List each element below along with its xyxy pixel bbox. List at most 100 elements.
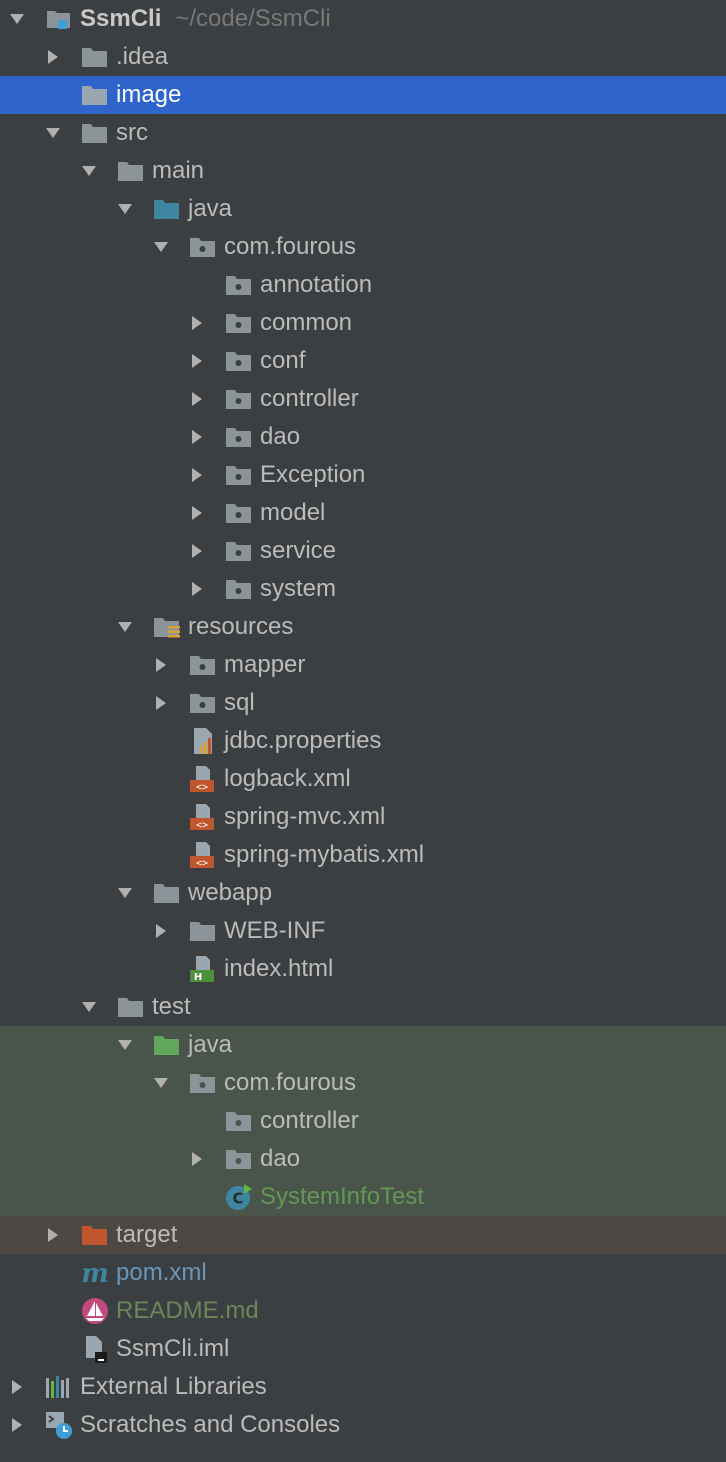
tree-label: Scratches and Consoles: [80, 1411, 341, 1438]
tree-row-main[interactable]: main: [0, 152, 726, 190]
tree-row-project-root[interactable]: SsmCli ~/code/SsmCli: [0, 0, 726, 38]
chevron-down-icon[interactable]: [114, 874, 136, 912]
properties-file-icon: [188, 726, 218, 756]
chevron-right-icon[interactable]: [150, 912, 172, 950]
chevron-right-icon[interactable]: [150, 646, 172, 684]
tree-row-test[interactable]: test: [0, 988, 726, 1026]
chevron-right-icon[interactable]: [186, 380, 208, 418]
chevron-right-icon[interactable]: [42, 1216, 64, 1254]
chevron-right-icon[interactable]: [186, 304, 208, 342]
chevron-right-icon[interactable]: [186, 456, 208, 494]
tree-row-test-controller[interactable]: controller: [0, 1102, 726, 1140]
folder-icon: [80, 42, 110, 72]
chevron-right-icon[interactable]: [42, 38, 64, 76]
chevron-down-icon[interactable]: [114, 1026, 136, 1064]
chevron-right-icon[interactable]: [186, 418, 208, 456]
tree-row-test-dao[interactable]: dao: [0, 1140, 726, 1178]
chevron-down-icon[interactable]: [6, 0, 28, 38]
tree-label: dao: [260, 423, 301, 450]
tree-label: common: [260, 309, 353, 336]
package-icon: [188, 1068, 218, 1098]
chevron-right-icon[interactable]: [150, 684, 172, 722]
test-root-folder-icon: [152, 1030, 182, 1060]
tree-label: conf: [260, 347, 306, 374]
tree-label: jdbc.properties: [224, 727, 382, 754]
tree-row-dao[interactable]: dao: [0, 418, 726, 456]
tree-row-main-java[interactable]: java: [0, 190, 726, 228]
package-icon: [224, 422, 254, 452]
chevron-down-icon[interactable]: [78, 988, 100, 1026]
tree-label: system: [260, 575, 337, 602]
tree-row-sql[interactable]: sql: [0, 684, 726, 722]
project-tree: SsmCli ~/code/SsmCli .idea image src main…: [0, 0, 726, 1462]
chevron-down-icon[interactable]: [78, 152, 100, 190]
folder-icon: [152, 878, 182, 908]
tree-row-logback-xml[interactable]: <> logback.xml: [0, 760, 726, 798]
tree-row-index-html[interactable]: H index.html: [0, 950, 726, 988]
tree-label: .idea: [116, 43, 169, 70]
chevron-down-icon[interactable]: [114, 190, 136, 228]
tree-row-resources[interactable]: resources: [0, 608, 726, 646]
tree-row-ssmcli-iml[interactable]: SsmCli.iml: [0, 1330, 726, 1368]
xml-file-icon: <>: [188, 764, 218, 794]
tree-label: index.html: [224, 955, 334, 982]
tree-label: SsmCli.iml: [116, 1335, 230, 1362]
tree-row-common[interactable]: common: [0, 304, 726, 342]
tree-row-spring-mvc-xml[interactable]: <> spring-mvc.xml: [0, 798, 726, 836]
tree-row-system[interactable]: system: [0, 570, 726, 608]
tree-row-service[interactable]: service: [0, 532, 726, 570]
tree-row-readme-md[interactable]: README.md: [0, 1292, 726, 1330]
chevron-right-icon[interactable]: [186, 494, 208, 532]
tree-row-mapper[interactable]: mapper: [0, 646, 726, 684]
chevron-down-icon[interactable]: [150, 228, 172, 266]
package-icon: [224, 536, 254, 566]
tree-row-annotation[interactable]: annotation: [0, 266, 726, 304]
tree-label: annotation: [260, 271, 373, 298]
tree-row-idea[interactable]: .idea: [0, 38, 726, 76]
tree-row-exception[interactable]: Exception: [0, 456, 726, 494]
tree-row-model[interactable]: model: [0, 494, 726, 532]
svg-text:C: C: [232, 1190, 243, 1208]
tree-label: service: [260, 537, 337, 564]
tree-row-jdbc-properties[interactable]: jdbc.properties: [0, 722, 726, 760]
package-icon: [224, 346, 254, 376]
tree-label: java: [188, 195, 233, 222]
tree-row-target[interactable]: target: [0, 1216, 726, 1254]
tree-label: main: [152, 157, 205, 184]
chevron-right-icon[interactable]: [186, 342, 208, 380]
chevron-down-icon[interactable]: [42, 114, 64, 152]
tree-row-web-inf[interactable]: WEB-INF: [0, 912, 726, 950]
tree-row-src[interactable]: src: [0, 114, 726, 152]
chevron-right-icon[interactable]: [6, 1406, 28, 1444]
tree-row-webapp[interactable]: webapp: [0, 874, 726, 912]
project-name: SsmCli: [80, 5, 162, 32]
xml-file-icon: <>: [188, 802, 218, 832]
tree-row-spring-mybatis-xml[interactable]: <> spring-mybatis.xml: [0, 836, 726, 874]
chevron-right-icon[interactable]: [186, 532, 208, 570]
tree-row-package-test[interactable]: com.fourous: [0, 1064, 726, 1102]
tree-label: model: [260, 499, 326, 526]
tree-row-image[interactable]: image: [0, 76, 726, 114]
package-icon: [188, 688, 218, 718]
tree-row-controller[interactable]: controller: [0, 380, 726, 418]
tree-row-test-java[interactable]: java: [0, 1026, 726, 1064]
chevron-right-icon[interactable]: [186, 570, 208, 608]
tree-row-scratches[interactable]: Scratches and Consoles: [0, 1406, 726, 1444]
tree-row-conf[interactable]: conf: [0, 342, 726, 380]
tree-row-external-libraries[interactable]: External Libraries: [0, 1368, 726, 1406]
tree-row-pom-xml[interactable]: m pom.xml: [0, 1254, 726, 1292]
tree-label: test: [152, 993, 191, 1020]
tree-label: External Libraries: [80, 1373, 267, 1400]
tree-label: webapp: [188, 879, 273, 906]
excluded-folder-icon: [80, 1220, 110, 1250]
chevron-down-icon[interactable]: [150, 1064, 172, 1102]
package-icon: [224, 1106, 254, 1136]
chevron-down-icon[interactable]: [114, 608, 136, 646]
svg-text:<>: <>: [196, 820, 208, 831]
tree-row-system-info-test[interactable]: C SystemInfoTest: [0, 1178, 726, 1216]
chevron-right-icon[interactable]: [6, 1368, 28, 1406]
chevron-right-icon[interactable]: [186, 1140, 208, 1178]
tree-row-package-main[interactable]: com.fourous: [0, 228, 726, 266]
tree-label: target: [116, 1221, 178, 1248]
markdown-icon: [80, 1296, 110, 1326]
